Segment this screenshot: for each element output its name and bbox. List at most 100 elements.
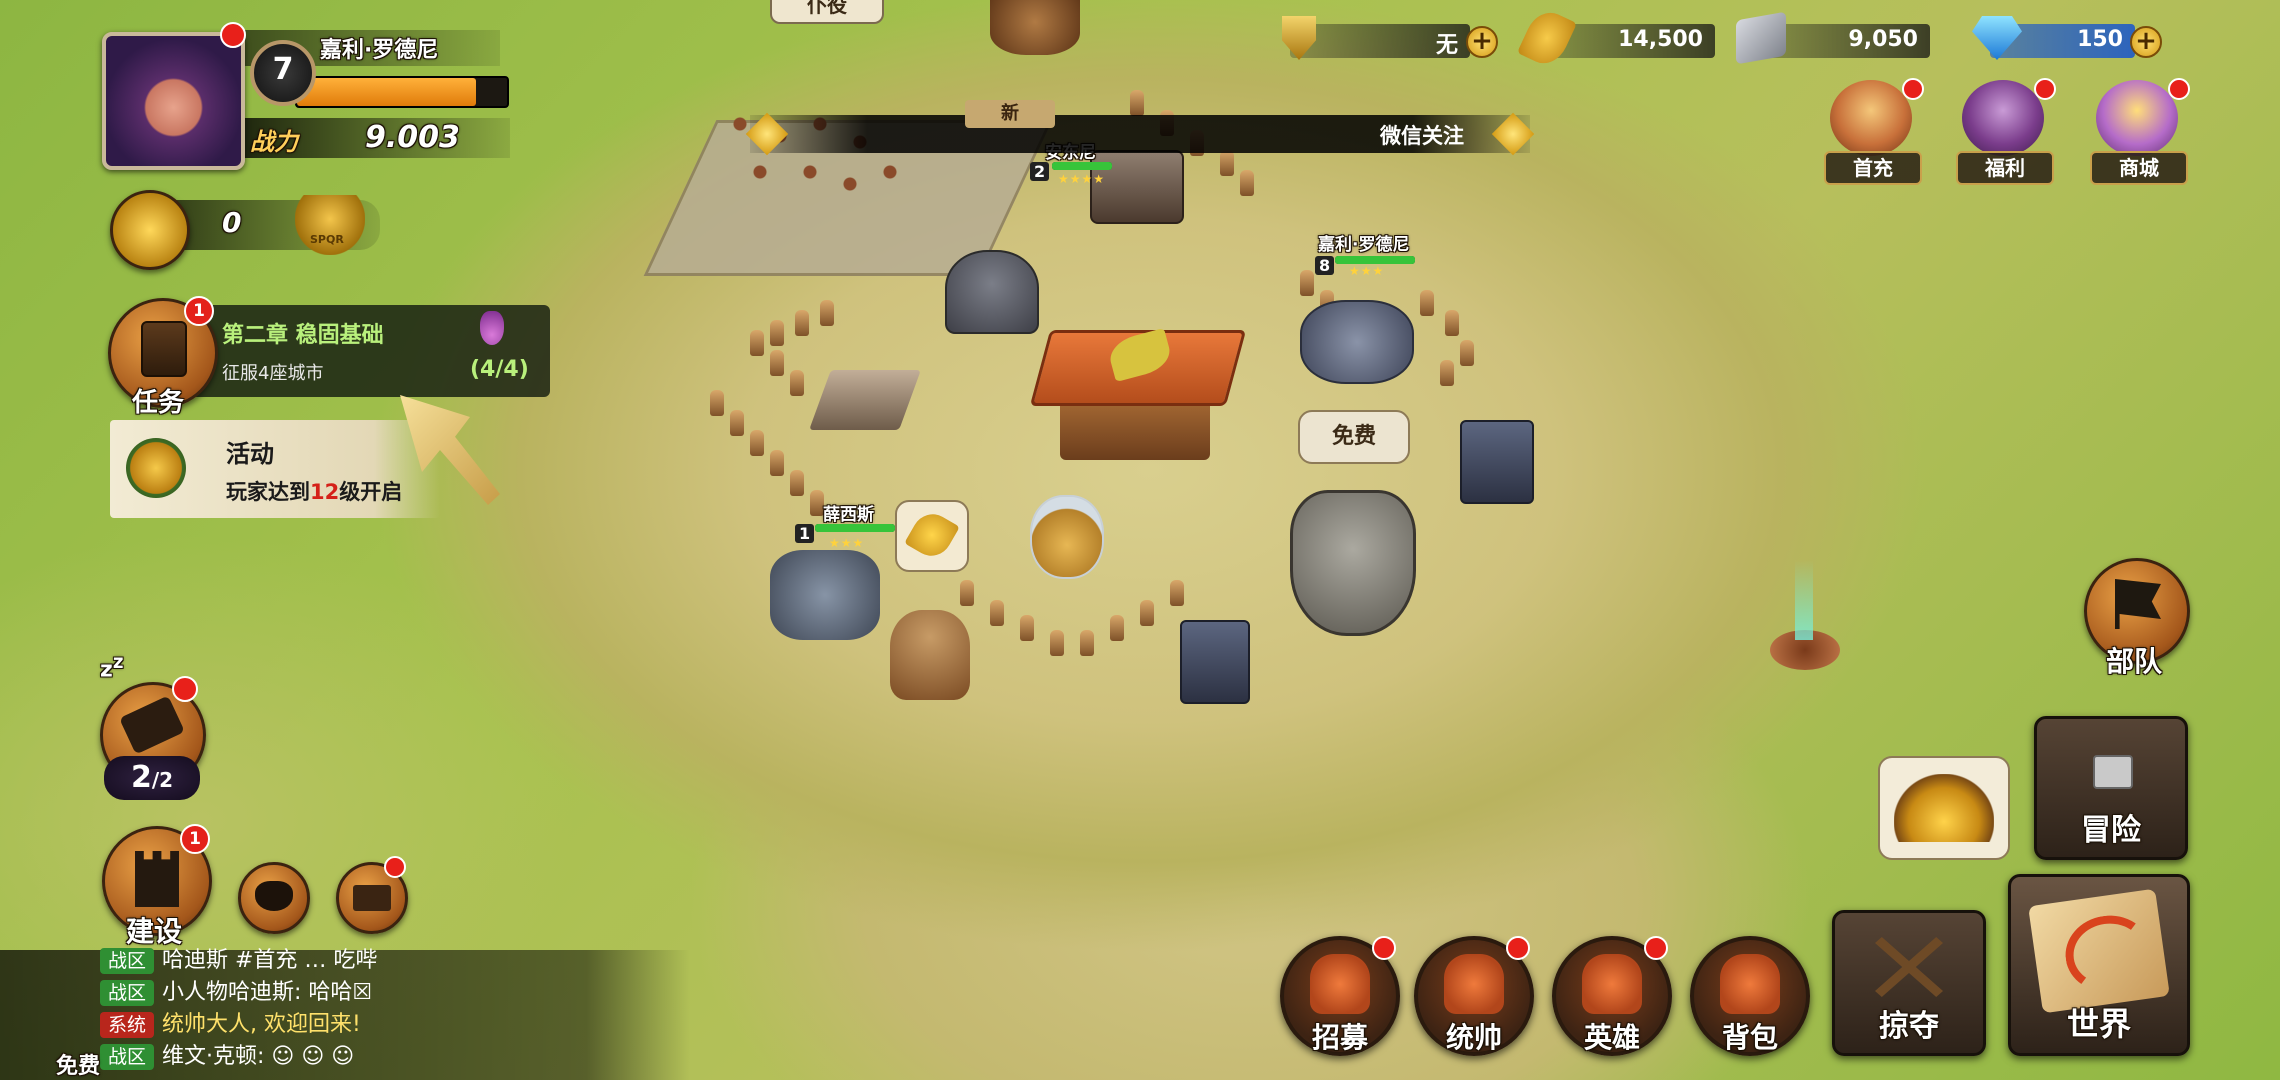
troops-label: 部队	[2106, 645, 2163, 678]
bottom-button-3[interactable]: 背包	[1690, 936, 1810, 1056]
commander-helmet-icon	[1444, 954, 1504, 1014]
lock-icon	[2093, 755, 2133, 789]
bottom-button-2[interactable]: 英雄	[1552, 936, 1672, 1056]
announcement-bar[interactable]: 微信关注	[745, 112, 1535, 156]
sleep-zz: zz	[100, 652, 124, 683]
stone-hut-building[interactable]	[945, 250, 1039, 334]
treasure-bubble[interactable]	[1878, 756, 2010, 860]
top-tile-2[interactable]: 商城	[2082, 78, 2192, 185]
announcement-left-gem	[745, 112, 789, 156]
plunder-button[interactable]: 掠夺	[1832, 910, 1986, 1056]
bottom-button-1[interactable]: 统帅	[1414, 936, 1534, 1056]
wheat-icon	[904, 506, 960, 564]
hero-helmet-icon	[1582, 954, 1642, 1014]
bottom-button-0[interactable]: 招募	[1280, 936, 1400, 1056]
quest-button-label: 任务	[132, 388, 185, 418]
announcement-right-gem	[1491, 112, 1535, 156]
player-name: 嘉利·罗德尼	[320, 38, 439, 63]
unit-2-label: 嘉利·罗德尼 8 ★★★	[1315, 230, 1435, 280]
workshop-building[interactable]	[809, 370, 921, 430]
trumpet-icon	[126, 438, 186, 498]
mail-icon	[353, 885, 391, 911]
adventure-button[interactable]: 冒险	[2034, 716, 2188, 860]
tower-2[interactable]	[1180, 620, 1250, 704]
top-tile-0[interactable]: 首充	[1816, 78, 1926, 185]
chat-message: 哈迪斯 #首充 … 吃哔	[162, 948, 378, 973]
map-top-bubble[interactable]: 仆役	[770, 0, 884, 24]
food-collect-bubble[interactable]	[895, 500, 969, 572]
builder-count: 2/2	[104, 756, 200, 800]
chat-channel-tag: 战区	[100, 1044, 154, 1070]
treasure-pile-icon	[1894, 774, 1994, 842]
world-map-icon	[2028, 888, 2170, 1014]
banner-flag-icon	[2115, 579, 2161, 629]
town-hall[interactable]	[1029, 320, 1247, 470]
catapult-unit[interactable]	[770, 550, 880, 640]
bottom-button-notification-dot	[1644, 936, 1668, 960]
chat-free-label: 免费	[56, 1054, 101, 1079]
stump-top[interactable]	[990, 0, 1080, 55]
free-bubble[interactable]: 免费	[1298, 410, 1410, 464]
power-value: 9.003	[365, 120, 460, 155]
bottom-button-notification-dot	[1372, 936, 1396, 960]
announcement-left-tag: 新	[965, 100, 1055, 128]
stone-icon	[1736, 11, 1786, 65]
bottom-button-label: 英雄	[1583, 1021, 1640, 1054]
avatar[interactable]	[102, 32, 245, 170]
chat-channel-tag: 战区	[100, 948, 154, 974]
top-tile-notification-dot	[2168, 78, 2190, 100]
scroll-icon	[141, 321, 187, 377]
diamond-add-button[interactable]: +	[2130, 26, 2162, 58]
quest-badge: 1	[184, 296, 214, 326]
hero-base-building[interactable]	[1300, 300, 1414, 384]
chat-message: 维文·克顿: ☺ ☺ ☺	[162, 1044, 355, 1069]
chat-row: 战区 哈迪斯 #首充 … 吃哔	[0, 944, 377, 978]
chat-panel[interactable]: 战区 哈迪斯 #首充 … 吃哔 战区 小人物哈迪斯: 哈哈☒ 系统 统帅大人, 欢迎回来!…	[0, 948, 690, 1080]
builder-notification-dot	[172, 676, 198, 702]
wheat-icon	[1516, 5, 1578, 71]
build-badge: 1	[180, 824, 210, 854]
king-portrait-icon	[1830, 80, 1912, 156]
chat-message: 统帅大人, 欢迎回来!	[162, 1012, 361, 1037]
temple-building[interactable]	[1290, 490, 1416, 636]
tower-1[interactable]	[1460, 420, 1534, 504]
backpack-icon	[1720, 954, 1780, 1014]
spqr-eagle-icon[interactable]: SPQR	[295, 195, 365, 255]
mask-button[interactable]	[238, 862, 310, 934]
chat-channel-tag: 战区	[100, 980, 154, 1006]
mail-notification-dot	[384, 856, 406, 878]
event-panel[interactable]: 活动 玩家达到12级开启	[110, 420, 440, 518]
recruit-mask-icon	[1310, 954, 1370, 1014]
food-jar[interactable]	[1030, 495, 1104, 579]
chat-row: 战区 维文·克顿: ☺ ☺ ☺	[0, 1040, 354, 1074]
chat-message: 小人物哈迪斯: 哈哈☒	[162, 980, 373, 1005]
top-tile-1[interactable]: 福利	[1948, 78, 2058, 185]
top-tile-notification-dot	[1902, 78, 1924, 100]
event-desc: 玩家达到12级开启	[226, 480, 403, 504]
top-tile-label: 首充	[1824, 151, 1922, 185]
theater-mask-icon	[255, 881, 293, 911]
power-label: 战力	[250, 128, 298, 156]
castle-tower-icon	[135, 851, 179, 907]
event-title: 活动	[226, 440, 274, 468]
quest-desc: 征服4座城市	[222, 363, 324, 384]
chat-channel-tag: 系统	[100, 1012, 154, 1038]
chat-row: 战区 小人物哈迪斯: 哈哈☒	[0, 976, 372, 1010]
shield-add-button[interactable]: +	[1466, 26, 1498, 58]
honor-value: 0	[222, 206, 242, 239]
xp-bar-fill	[297, 78, 476, 106]
gift-box-icon	[2096, 80, 2178, 156]
treasure-chest-icon	[1962, 80, 2044, 156]
top-tile-label: 商城	[2090, 151, 2188, 185]
chat-row: 系统 统帅大人, 欢迎回来!	[0, 1008, 361, 1042]
world-button[interactable]: 世界	[2008, 874, 2190, 1056]
honor-trophy-icon[interactable]	[110, 190, 190, 270]
xp-bar	[295, 76, 509, 108]
potion-icon	[480, 311, 504, 345]
bottom-button-label: 背包	[1721, 1021, 1778, 1054]
announcement-right-text: 微信关注	[1380, 124, 1464, 148]
portal-beam	[1795, 560, 1813, 640]
top-tile-label: 福利	[1956, 151, 2054, 185]
shield-resource[interactable]: 无	[1290, 24, 1470, 58]
tree-stump[interactable]	[890, 610, 970, 700]
